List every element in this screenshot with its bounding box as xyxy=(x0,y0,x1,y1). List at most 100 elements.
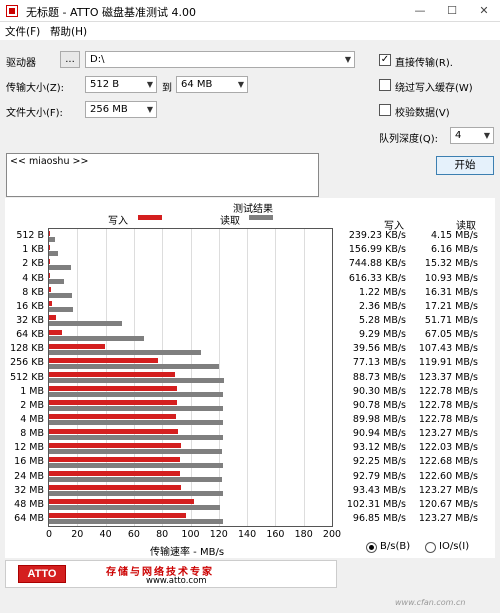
y-tick-label: 4 KB xyxy=(22,272,44,284)
read-value: 122.03 MB/s xyxy=(418,442,478,454)
read-value: 123.37 MB/s xyxy=(418,371,478,383)
transfer-to-select[interactable]: 64 MB ▼ xyxy=(176,76,248,93)
io-per-sec-radio[interactable] xyxy=(425,542,436,553)
atto-logo: ATTO xyxy=(18,565,66,583)
read-bar xyxy=(49,519,224,525)
read-bar xyxy=(49,321,123,327)
close-button[interactable]: ✕ xyxy=(468,0,500,22)
io-per-sec-label: IO/s(I) xyxy=(439,541,470,552)
bytes-per-sec-radio[interactable] xyxy=(366,542,377,553)
verify-data-checkbox[interactable] xyxy=(379,104,391,116)
menu-bar: 文件(F) 帮助(H) xyxy=(0,22,500,40)
maximize-button[interactable]: ☐ xyxy=(436,0,468,22)
write-bar xyxy=(49,315,57,321)
y-tick-label: 8 MB xyxy=(20,428,44,440)
write-value: 93.12 MB/s xyxy=(352,442,406,454)
read-value: 67.05 MB/s xyxy=(424,329,478,341)
y-tick-label: 64 KB xyxy=(16,329,44,341)
write-value: 9.29 MB/s xyxy=(358,329,406,341)
drive-label: 驱动器 xyxy=(6,58,36,69)
read-value: 10.93 MB/s xyxy=(424,272,478,284)
description-textarea[interactable]: << miaoshu >> xyxy=(6,153,319,197)
chevron-down-icon: ▼ xyxy=(237,80,244,89)
grid-line xyxy=(275,229,277,526)
queue-depth-value: 4 xyxy=(455,130,462,141)
y-tick-label: 16 MB xyxy=(14,456,44,468)
write-value: 5.28 MB/s xyxy=(358,314,406,326)
minimize-button[interactable]: — xyxy=(404,0,436,22)
grid-line xyxy=(303,229,305,526)
write-bar xyxy=(49,400,178,406)
app-icon xyxy=(6,5,18,17)
x-axis-title: 传输速率 - MB/s xyxy=(150,547,225,558)
read-bar xyxy=(49,264,71,270)
read-value: 122.78 MB/s xyxy=(418,399,478,411)
atto-banner[interactable]: ATTO 存储与网络技术专家 www.atto.com xyxy=(5,560,337,588)
read-bar xyxy=(49,477,223,482)
write-value: 89.98 MB/s xyxy=(352,413,406,425)
read-value: 122.78 MB/s xyxy=(418,385,478,397)
x-tick-label: 100 xyxy=(181,529,200,540)
drive-browse-button[interactable]: ... xyxy=(60,51,80,68)
banner-url: www.atto.com xyxy=(146,576,207,586)
write-bar xyxy=(49,414,177,420)
chart-plot-area xyxy=(48,228,333,527)
verify-data-label: 校验数据(V) xyxy=(395,108,450,119)
direct-io-checkbox[interactable]: ✓ xyxy=(379,54,391,66)
read-bar xyxy=(49,392,223,398)
read-value: 122.60 MB/s xyxy=(418,470,478,482)
transfer-from-value: 512 B xyxy=(90,79,120,90)
read-value: 4.15 MB/s xyxy=(430,230,478,242)
y-tick-label: 2 MB xyxy=(20,399,44,411)
write-value: 96.85 MB/s xyxy=(352,512,406,524)
read-bar xyxy=(49,420,223,426)
write-value: 239.23 KB/s xyxy=(348,230,406,242)
y-tick-label: 512 B xyxy=(16,230,44,242)
queue-depth-select[interactable]: 4 ▼ xyxy=(450,127,494,144)
chevron-down-icon: ▼ xyxy=(146,80,153,89)
write-bar xyxy=(49,230,50,236)
file-size-value: 256 MB xyxy=(90,104,128,115)
write-bar xyxy=(49,357,159,363)
write-bar xyxy=(49,329,62,335)
transfer-from-select[interactable]: 512 B ▼ xyxy=(85,76,157,93)
read-bar xyxy=(49,349,201,355)
read-bar xyxy=(49,335,144,341)
read-value: 122.68 MB/s xyxy=(418,456,478,468)
watermark: www.cfan.com.cn xyxy=(395,598,466,607)
start-button[interactable]: 开始 xyxy=(436,156,494,175)
read-bar xyxy=(49,505,220,511)
chevron-down-icon: ▼ xyxy=(344,55,351,64)
drive-select[interactable]: D:\ ▼ xyxy=(85,51,355,68)
menu-help[interactable]: 帮助(H) xyxy=(50,24,87,39)
bypass-cache-checkbox[interactable] xyxy=(379,79,391,91)
write-bar xyxy=(49,485,182,491)
write-value: 90.30 MB/s xyxy=(352,385,406,397)
y-tick-label: 256 KB xyxy=(10,357,44,369)
file-size-label: 文件大小(F): xyxy=(6,108,63,119)
write-value: 88.73 MB/s xyxy=(352,371,406,383)
read-bar xyxy=(49,307,74,313)
y-tick-label: 32 KB xyxy=(16,314,44,326)
read-value: 123.27 MB/s xyxy=(418,512,478,524)
read-value: 122.78 MB/s xyxy=(418,413,478,425)
read-bar xyxy=(49,434,224,440)
x-tick-label: 40 xyxy=(99,529,112,540)
y-tick-label: 2 KB xyxy=(22,258,44,270)
write-bar xyxy=(49,287,51,293)
legend-write-swatch xyxy=(138,215,162,220)
x-tick-label: 20 xyxy=(71,529,84,540)
x-tick-label: 140 xyxy=(238,529,257,540)
write-bar xyxy=(49,258,51,264)
legend-read-swatch xyxy=(249,215,273,220)
read-bar xyxy=(49,250,58,256)
write-value: 77.13 MB/s xyxy=(352,357,406,369)
menu-file[interactable]: 文件(F) xyxy=(5,24,40,39)
title-bar: 无标题 - ATTO 磁盘基准测试 4.00 — ☐ ✕ xyxy=(0,0,500,22)
write-bar xyxy=(49,513,187,519)
x-tick-label: 60 xyxy=(127,529,140,540)
read-value: 51.71 MB/s xyxy=(424,314,478,326)
legend-read-label: 读取 xyxy=(220,216,240,227)
file-size-select[interactable]: 256 MB ▼ xyxy=(85,101,157,118)
write-value: 156.99 KB/s xyxy=(348,244,406,256)
